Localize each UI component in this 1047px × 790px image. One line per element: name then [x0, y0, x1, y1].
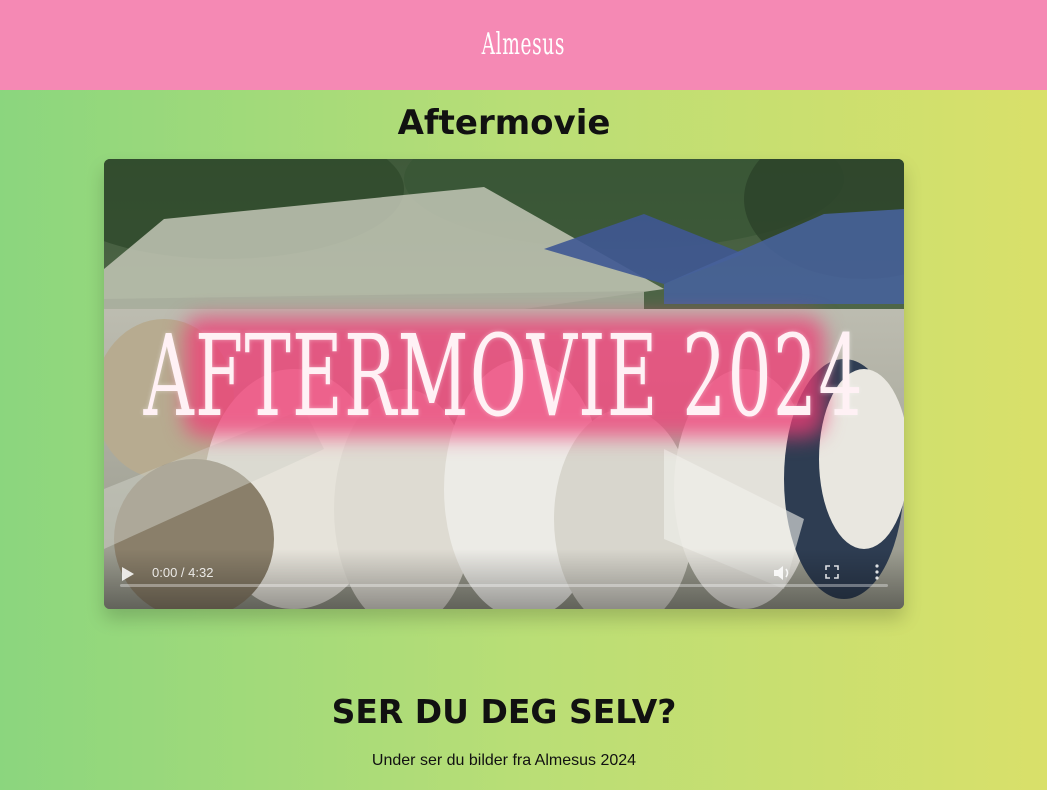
video-time: 0:00 / 4:32: [152, 565, 214, 580]
gallery-heading: SER DU DEG SELV?: [331, 692, 677, 731]
video-controls: 0:00 / 4:32: [104, 549, 904, 609]
more-options-icon[interactable]: [874, 563, 880, 581]
aftermovie-heading: Aftermovie: [397, 103, 611, 143]
aftermovie-title-overlay: AFTERMOVIE 2024: [144, 307, 863, 447]
gallery-subtitle: Under ser du bilder fra Almesus 2024: [371, 752, 637, 769]
volume-icon[interactable]: [774, 565, 792, 581]
fullscreen-icon[interactable]: [825, 565, 839, 579]
aftermovie-video-player[interactable]: AFTERMOVIE 2024 0:00 / 4:32: [104, 159, 904, 609]
play-icon[interactable]: [122, 567, 134, 581]
overlay-title-text: AFTERMOVIE 2024: [143, 312, 865, 442]
site-logo[interactable]: Almesus: [482, 27, 565, 62]
site-header: Almesus: [0, 0, 1047, 90]
video-progress-bar[interactable]: [120, 584, 888, 587]
